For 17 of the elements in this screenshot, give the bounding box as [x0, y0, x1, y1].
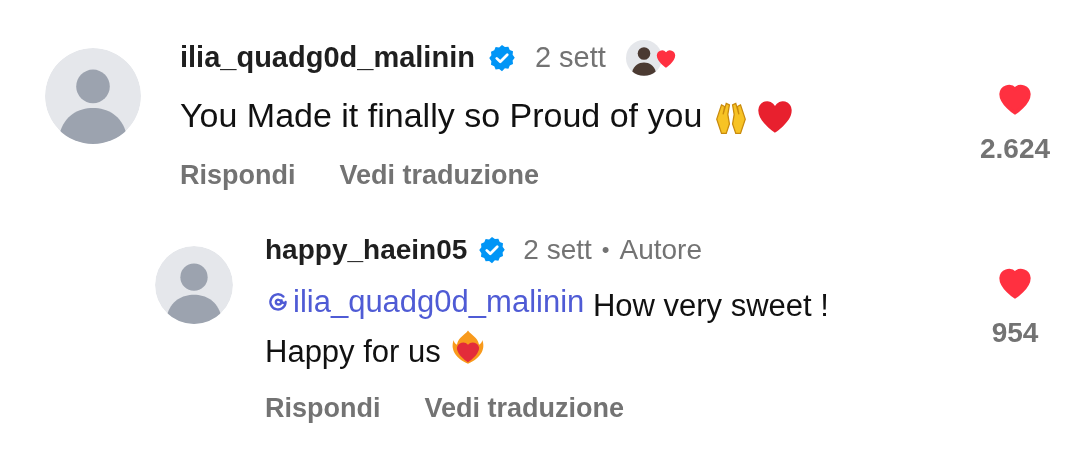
- translate-button[interactable]: Vedi traduzione: [424, 387, 625, 428]
- separator-dot: •: [601, 236, 610, 264]
- like-count: 954: [991, 315, 1039, 350]
- author-label: Autore: [619, 232, 702, 267]
- reply-button[interactable]: Rispondi: [265, 387, 381, 428]
- comment-text: ilia_quadg0d_malinin How very sweet ! Happy for us: [265, 279, 875, 374]
- translate-button[interactable]: Vedi traduzione: [339, 155, 540, 196]
- comment-time: 2 sett: [534, 40, 606, 76]
- username[interactable]: ilia_quadg0d_malinin: [180, 36, 475, 80]
- username[interactable]: happy_haein05: [265, 228, 468, 271]
- comment-time: 2 sett: [523, 232, 592, 267]
- reply-button[interactable]: Rispondi: [180, 155, 296, 196]
- mention-link[interactable]: ilia_quadg0d_malinin: [265, 279, 585, 324]
- comment-text: You Made it finally so Proud of you: [180, 95, 703, 136]
- avatar[interactable]: [45, 48, 141, 144]
- like-count: 2.624: [979, 132, 1051, 166]
- avatar[interactable]: [155, 245, 233, 324]
